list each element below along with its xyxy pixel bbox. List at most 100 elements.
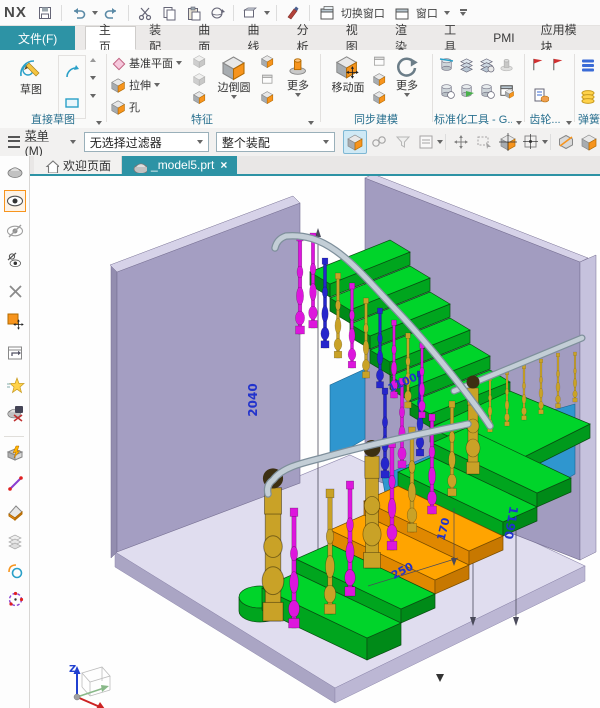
- command-finder-button[interactable]: [240, 3, 260, 23]
- point-dialog-icon[interactable]: [521, 131, 542, 153]
- move-face-button[interactable]: 移动面: [326, 54, 370, 95]
- nx-application-window: NX 切换窗口: [0, 0, 600, 708]
- extrude-button[interactable]: 拉伸: [110, 76, 160, 94]
- select-options-caret[interactable]: [437, 140, 443, 144]
- tab-render[interactable]: 渲染: [382, 26, 431, 50]
- menu-button[interactable]: 菜单(M): [25, 127, 66, 158]
- window-menu-button[interactable]: 窗口: [416, 5, 438, 21]
- tab-view[interactable]: 视图: [333, 26, 382, 50]
- undo-button[interactable]: [68, 3, 88, 23]
- show-face-icon[interactable]: [579, 131, 600, 153]
- point-dialog-caret[interactable]: [542, 140, 548, 144]
- group-dialog-caret[interactable]: [96, 121, 102, 125]
- rectangle-tool-icon[interactable]: [63, 94, 81, 112]
- performance-icon[interactable]: [4, 442, 26, 464]
- circle-points-icon[interactable]: [4, 588, 26, 610]
- sketch-gallery-arrows[interactable]: [90, 58, 96, 98]
- group-std-tools: 标准化工具 - G...: [434, 50, 522, 128]
- spring-coil-icon[interactable]: [579, 88, 596, 105]
- gear-icons-row1[interactable]: [530, 56, 566, 72]
- hide-face-icon[interactable]: [555, 131, 576, 153]
- copy-button[interactable]: [159, 3, 179, 23]
- menu-caret[interactable]: [70, 140, 76, 144]
- selection-scope-combo[interactable]: 整个装配: [216, 132, 335, 152]
- tab-pmi[interactable]: PMI: [480, 26, 527, 50]
- disabled-stack-icon[interactable]: [4, 530, 26, 552]
- menu-burger-icon[interactable]: [8, 136, 20, 148]
- show-hide-icon[interactable]: [4, 250, 26, 272]
- edge-blend-button[interactable]: 边倒圆: [212, 54, 256, 99]
- sync-mini-gallery[interactable]: [372, 54, 386, 104]
- tab-surface[interactable]: 曲面: [185, 26, 234, 50]
- window-icon[interactable]: [391, 3, 411, 23]
- switch-window-button[interactable]: 切换窗口: [341, 5, 385, 21]
- left-toolbar: [0, 156, 30, 708]
- line-tool-icon[interactable]: [4, 472, 26, 494]
- std-tools-icons[interactable]: [436, 56, 516, 108]
- std-tool-icon: [438, 56, 455, 73]
- tab-home[interactable]: 主页: [85, 26, 136, 50]
- close-tab-button[interactable]: ×: [220, 158, 227, 172]
- gear-tool-icon: [530, 56, 546, 72]
- group-feature: 基准平面 拉伸 孔 边倒圆: [108, 50, 318, 128]
- tab-analysis[interactable]: 分析: [284, 26, 333, 50]
- close-x-icon[interactable]: [4, 280, 26, 302]
- selection-filter-combo[interactable]: 无选择过滤器: [84, 132, 209, 152]
- model-viewport-scene[interactable]: 2040 1100 170 250 1190: [30, 176, 600, 708]
- group-gear: 齿轮...: [526, 50, 572, 128]
- group-caret[interactable]: [566, 121, 572, 125]
- sketch-button[interactable]: 草图: [8, 54, 54, 97]
- blend-mini-gallery[interactable]: [260, 54, 274, 104]
- std-tool-icon: [478, 56, 495, 73]
- cut-icon[interactable]: [135, 3, 155, 23]
- gear-icons-row2[interactable]: [532, 86, 549, 103]
- datum-plane-button[interactable]: 基准平面: [110, 54, 182, 72]
- touch-brush-icon[interactable]: [283, 3, 303, 23]
- feature-mini-gallery[interactable]: [192, 54, 206, 104]
- layer-settings-icon[interactable]: [4, 342, 26, 364]
- arc-tool-icon[interactable]: [63, 63, 81, 81]
- graphics-viewport[interactable]: 2040 1100 170 250 1190: [30, 176, 600, 708]
- dimension-2040[interactable]: 2040: [246, 383, 260, 416]
- feature-more-button[interactable]: 更多: [280, 54, 316, 97]
- filter-funnel-icon[interactable]: [392, 131, 413, 153]
- tab-application[interactable]: 应用模块: [528, 26, 600, 50]
- tab-assembly[interactable]: 装配: [136, 26, 185, 50]
- arc-circle-icon[interactable]: [4, 560, 26, 582]
- group-sync-modeling: 移动面 更多 同步建模: [322, 50, 430, 128]
- spring-stack-icon[interactable]: [579, 56, 596, 73]
- quick-pick-star-icon[interactable]: [4, 374, 26, 396]
- tab-tools[interactable]: 工具: [431, 26, 480, 50]
- move-handle-icon[interactable]: [450, 131, 471, 153]
- save-button[interactable]: [35, 3, 55, 23]
- sketch-curve-buttons: [58, 55, 86, 119]
- datum-csys-icon[interactable]: [4, 500, 26, 522]
- command-finder-caret[interactable]: [264, 11, 270, 15]
- ribbon: 草图 直接草图 基准平面 拉伸: [0, 50, 600, 129]
- sync-more-button[interactable]: 更多: [388, 54, 426, 97]
- orientation-triad[interactable]: Z: [69, 664, 110, 708]
- group-caret[interactable]: [516, 121, 522, 125]
- window-menu-caret[interactable]: [444, 11, 450, 15]
- paste-button[interactable]: [183, 3, 203, 23]
- hide-icon[interactable]: [4, 220, 26, 242]
- ribbon-options-button[interactable]: [460, 9, 467, 16]
- undo-dropdown-caret[interactable]: [92, 11, 98, 15]
- part-navigator-icon[interactable]: [4, 160, 26, 182]
- move-object-icon[interactable]: [4, 310, 26, 332]
- tab-curve[interactable]: 曲线: [234, 26, 283, 50]
- snap-point-toggle[interactable]: [343, 130, 366, 154]
- switch-window-icon[interactable]: [316, 3, 336, 23]
- pair-select-icon[interactable]: [369, 131, 390, 153]
- tab-file[interactable]: 文件(F): [0, 26, 75, 50]
- select-options-icon[interactable]: [416, 131, 437, 153]
- wcs-cube-icon[interactable]: [497, 131, 518, 153]
- view-orient-icon[interactable]: [207, 3, 227, 23]
- show-icon[interactable]: [4, 190, 26, 212]
- tab-model5-prt[interactable]: _model5.prt ×: [122, 156, 237, 174]
- tab-welcome-page[interactable]: 欢迎页面: [34, 156, 122, 174]
- suppress-pmi-icon[interactable]: [4, 402, 26, 424]
- group-dialog-caret[interactable]: [308, 121, 314, 125]
- box-select-icon[interactable]: [474, 131, 495, 153]
- redo-button[interactable]: [102, 3, 122, 23]
